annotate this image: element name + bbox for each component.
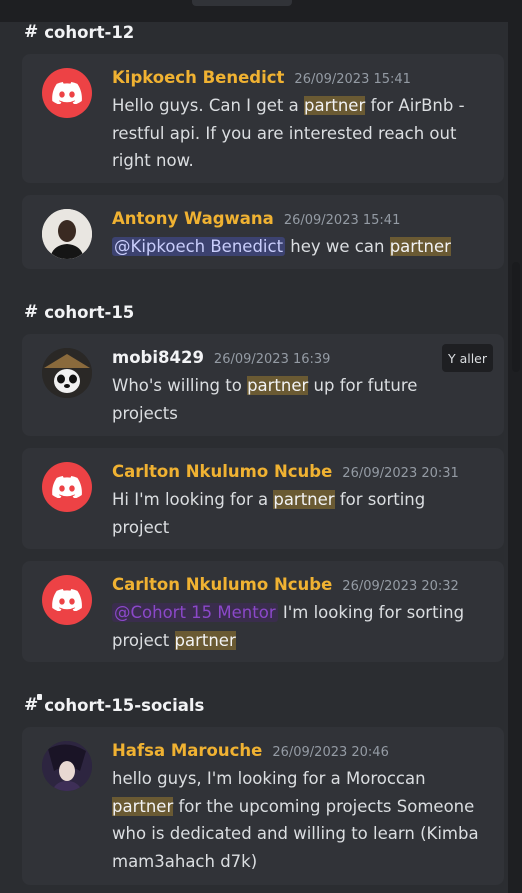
search-highlight: partner	[273, 490, 335, 509]
search-highlight: partner	[247, 376, 309, 395]
message-text: Who's willing to partner up for future p…	[112, 376, 418, 423]
discord-logo-icon[interactable]	[42, 575, 92, 625]
search-result-message[interactable]: Kipkoech Benedict 26/09/2023 15:41 Hello…	[22, 54, 504, 183]
search-result-message[interactable]: mobi8429 26/09/2023 16:39 Y aller Who's …	[22, 334, 504, 436]
channel-name: cohort-12	[44, 22, 135, 42]
timestamp: 26/09/2023 16:39	[213, 352, 331, 367]
top-tab[interactable]	[192, 0, 292, 6]
channel-name: cohort-15-socials	[44, 695, 205, 715]
message-text: hello guys, I'm looking for a Moroccan p…	[112, 769, 479, 871]
author-name[interactable]: Antony Wagwana	[112, 209, 274, 228]
timestamp: 26/09/2023 20:31	[342, 466, 459, 481]
search-result-message[interactable]: Carlton Nkulumo Ncube 26/09/2023 20:31 H…	[22, 448, 504, 549]
author-name[interactable]: Carlton Nkulumo Ncube	[112, 462, 332, 481]
channel-header-cohort-15-socials[interactable]: # cohort-15-socials	[24, 694, 205, 715]
message-text: @Kipkoech Benedict hey we can partner	[112, 237, 451, 256]
search-highlight: partner	[304, 96, 366, 115]
hash-icon: #	[24, 302, 39, 322]
hash-lock-icon: #	[24, 694, 43, 715]
message-text: Hello guys. Can I get a partner for AirB…	[112, 96, 465, 170]
search-result-message[interactable]: Carlton Nkulumo Ncube 26/09/2023 20:32 @…	[22, 561, 504, 662]
author-name[interactable]: Carlton Nkulumo Ncube	[112, 575, 332, 594]
author-name[interactable]: Kipkoech Benedict	[112, 68, 284, 87]
user-avatar[interactable]	[42, 741, 92, 791]
top-bar	[0, 0, 522, 22]
discord-logo-icon[interactable]	[42, 68, 92, 118]
user-avatar[interactable]	[42, 209, 92, 259]
channel-name: cohort-15	[44, 302, 135, 322]
author-name[interactable]: mobi8429	[112, 348, 204, 367]
message-text: Hi I'm looking for a partner for sorting…	[112, 490, 426, 537]
channel-header-cohort-15[interactable]: # cohort-15	[24, 302, 134, 322]
search-highlight: partner	[174, 630, 236, 650]
timestamp: 26/09/2023 20:32	[342, 579, 459, 594]
scrollbar[interactable]	[512, 262, 520, 372]
channel-header-cohort-12[interactable]: # cohort-12	[24, 22, 134, 42]
user-avatar[interactable]	[42, 348, 92, 398]
role-mention[interactable]: @Cohort 15 Mentor	[112, 603, 278, 622]
search-highlight: partner	[389, 237, 451, 256]
author-name[interactable]: Hafsa Marouche	[112, 741, 262, 760]
search-result-message[interactable]: Hafsa Marouche 26/09/2023 20:46 hello gu…	[22, 727, 504, 885]
jump-button[interactable]: Y aller	[442, 344, 493, 372]
search-result-message[interactable]: Antony Wagwana 26/09/2023 15:41 @Kipkoec…	[22, 195, 504, 269]
message-text: @Cohort 15 Mentor I'm looking for sortin…	[112, 603, 465, 650]
timestamp: 26/09/2023 15:41	[294, 72, 411, 87]
hash-icon: #	[24, 22, 39, 42]
timestamp: 26/09/2023 20:46	[272, 745, 389, 760]
timestamp: 26/09/2023 15:41	[283, 213, 401, 228]
discord-logo-icon[interactable]	[42, 462, 92, 512]
user-mention[interactable]: @Kipkoech Benedict	[112, 237, 286, 256]
search-highlight: partner	[112, 796, 174, 816]
